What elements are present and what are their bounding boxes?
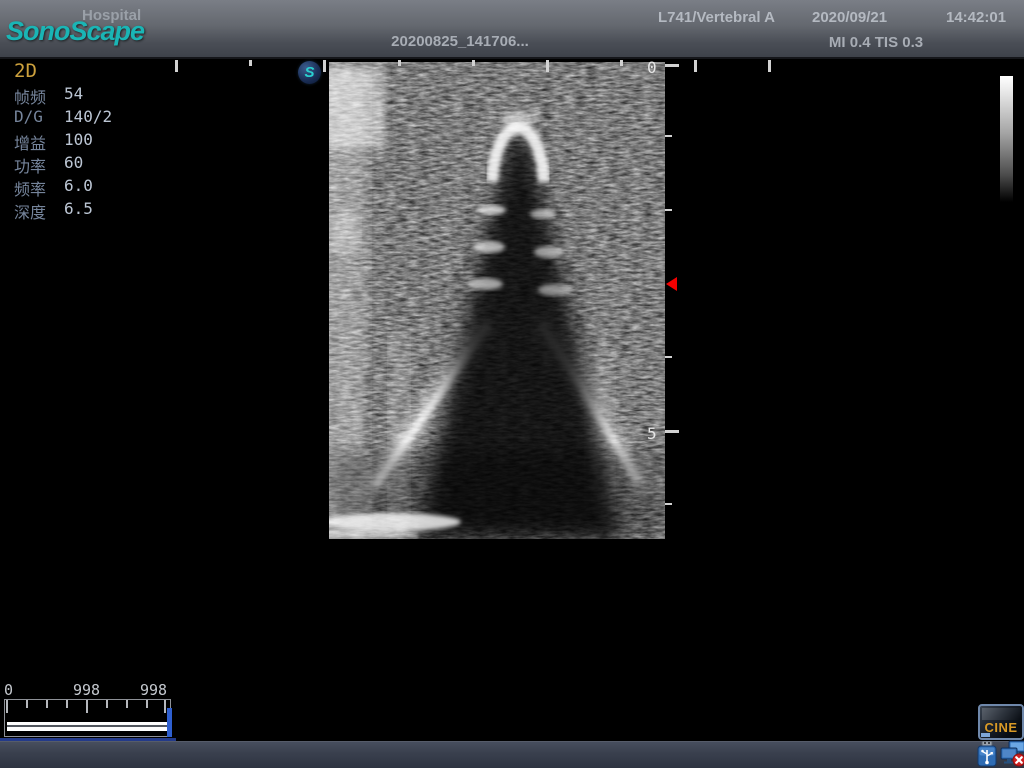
depth-ruler-five-label: 5: [647, 424, 657, 443]
top-status-bar: SonoScape Hospital 20200825_141706... L7…: [0, 0, 1024, 59]
depth-ruler-tick: [665, 430, 679, 433]
param-row-framerate: 帧频 54: [14, 84, 194, 106]
cine-scrubber-tick: [164, 700, 166, 713]
ruler-tick: [620, 60, 623, 66]
ruler-tick: [546, 60, 549, 72]
depth-ruler-tick: [665, 135, 672, 137]
param-label: 帧频: [14, 84, 46, 108]
depth-ruler-tick: [665, 209, 672, 211]
param-label: 增益: [14, 130, 46, 154]
mode-label: 2D: [14, 60, 37, 82]
hospital-name: Hospital: [82, 7, 141, 24]
probe-preset: L741/Vertebral A: [658, 9, 775, 26]
param-label: 深度: [14, 199, 46, 223]
ruler-tick: [175, 60, 178, 72]
system-time: 14:42:01: [946, 9, 1006, 26]
grayscale-map-bar: [1000, 76, 1013, 202]
cine-button[interactable]: CINE: [978, 704, 1024, 740]
cine-position-marker[interactable]: [167, 708, 172, 737]
param-row-power: 功率 60: [14, 153, 194, 175]
ruler-tick: [398, 60, 401, 66]
exam-file-name: 20200825_141706...: [355, 33, 565, 50]
ruler-tick: [768, 60, 771, 72]
cine-start-frame: 0: [4, 681, 13, 699]
cine-mid-frame: 998: [73, 681, 100, 699]
param-row-depth: 深度 6.5: [14, 199, 194, 221]
cine-scrubber-tick: [86, 700, 88, 713]
cine-scrubber-tick: [66, 700, 68, 708]
param-value: 6.0: [64, 176, 93, 195]
taskbar: [0, 741, 1024, 768]
param-row-gain: 增益 100: [14, 130, 194, 152]
cine-scrubber-tick: [6, 700, 8, 713]
ultrasound-speckle-render: [329, 62, 665, 539]
param-value: 60: [64, 153, 83, 172]
depth-ruler-tick: [665, 64, 679, 67]
cine-scrubber-tick: [146, 700, 148, 708]
param-label: 功率: [14, 153, 46, 177]
cine-progress-bar[interactable]: [7, 722, 167, 731]
probe-orientation-mark-icon: S: [298, 61, 321, 84]
ruler-tick: [472, 60, 475, 66]
param-value: 6.5: [64, 199, 93, 218]
cine-scrubber-tick: [26, 700, 28, 708]
param-row-dg: D/G 140/2: [14, 107, 194, 129]
cine-scrubber-tick: [106, 700, 108, 708]
cine-button-gloss: [982, 708, 1020, 720]
cine-end-frame: 998: [140, 681, 167, 699]
ultrasound-image: [329, 62, 665, 539]
ruler-tick: [694, 60, 697, 72]
cine-button-stand: [981, 733, 990, 737]
param-label: 频率: [14, 176, 46, 200]
param-label: D/G: [14, 107, 43, 126]
depth-ruler-tick: [665, 356, 672, 358]
cine-scrubber-track[interactable]: [4, 699, 171, 737]
mi-tis-readout: MI 0.4 TIS 0.3: [816, 34, 936, 51]
param-value: 140/2: [64, 107, 112, 126]
focus-position-marker-icon[interactable]: [666, 277, 677, 291]
system-date: 2020/09/21: [812, 9, 887, 26]
cine-scrubber-tick: [126, 700, 128, 708]
param-value: 54: [64, 84, 83, 103]
param-row-frequency: 频率 6.0: [14, 176, 194, 198]
param-value: 100: [64, 130, 93, 149]
depth-ruler-tick: [665, 503, 672, 505]
ruler-tick: [249, 60, 252, 66]
ruler-tick: [323, 60, 326, 72]
cine-scrubber-tick: [46, 700, 48, 708]
network-disconnected-icon[interactable]: [1000, 740, 1024, 768]
ultrasound-screen: SonoScape Hospital 20200825_141706... L7…: [0, 0, 1024, 768]
usb-device-icon[interactable]: [976, 741, 998, 768]
depth-ruler-zero-label: 0: [647, 58, 657, 77]
